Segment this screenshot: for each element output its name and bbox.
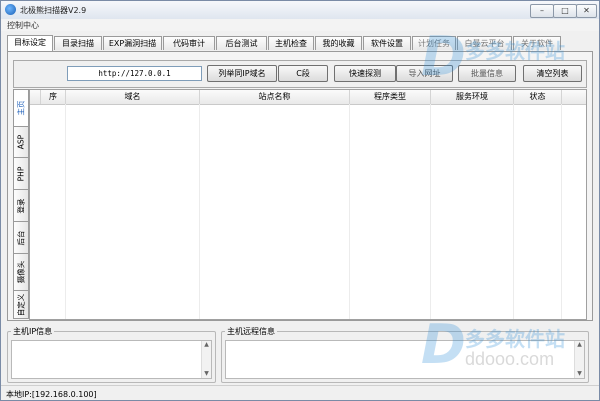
- table-header: 序 域名 站点名称 程序类型 服务环境 状态: [30, 90, 586, 105]
- tab-favorites[interactable]: 我的收藏: [315, 36, 362, 50]
- scroll-down-icon[interactable]: ▼: [202, 370, 211, 378]
- app-logo-icon: [5, 4, 16, 15]
- side-tab-login-label: 登录: [16, 198, 26, 213]
- batch-info-button[interactable]: 批量信息: [458, 65, 516, 82]
- side-tab-asp[interactable]: ASP: [13, 126, 29, 158]
- host-ip-info-textbox[interactable]: ▲ ▼: [11, 340, 212, 379]
- close-button[interactable]: ✕: [576, 4, 597, 18]
- column-divider: [349, 104, 350, 319]
- side-tab-home-label: 主页: [16, 100, 26, 116]
- results-table[interactable]: 序 域名 站点名称 程序类型 服务环境 状态: [29, 89, 587, 320]
- side-tab-home[interactable]: 主页: [13, 89, 29, 127]
- column-header-site-name[interactable]: 站点名称: [200, 90, 350, 104]
- menu-control-center[interactable]: 控制中心: [7, 20, 39, 31]
- quick-probe-button[interactable]: 快速探测: [334, 65, 396, 82]
- tab-exp-vuln-scan[interactable]: EXP漏洞扫描: [103, 36, 162, 50]
- host-remote-info-scrollbar[interactable]: ▲ ▼: [574, 341, 584, 378]
- import-urls-button[interactable]: 导入网址: [396, 65, 453, 82]
- target-url-input[interactable]: http://127.0.0.1: [67, 66, 202, 81]
- local-ip-status: 本地IP:[192.168.0.100]: [6, 390, 97, 399]
- list-same-ip-domains-button[interactable]: 列举同IP域名: [207, 65, 277, 82]
- column-divider: [65, 104, 66, 319]
- menu-bar: 控制中心: [1, 19, 599, 31]
- column-divider: [561, 104, 562, 319]
- side-tab-camera-label: 摄像头: [16, 260, 26, 284]
- host-remote-info-group: 主机远程信息 ▲ ▼: [221, 326, 589, 383]
- host-ip-info-scrollbar[interactable]: ▲ ▼: [201, 341, 211, 378]
- clear-list-button[interactable]: 清空列表: [523, 65, 582, 82]
- column-header-program-type[interactable]: 程序类型: [350, 90, 431, 104]
- side-tab-php-label: PHP: [16, 166, 26, 181]
- c-segment-button[interactable]: C段: [278, 65, 328, 82]
- title-bar: 北极熊扫描器V2.9 – □ ✕: [1, 1, 599, 19]
- tab-backend-test[interactable]: 后台测试: [216, 36, 267, 50]
- tab-software-settings[interactable]: 软件设置: [363, 36, 411, 50]
- host-remote-info-textbox[interactable]: ▲ ▼: [225, 340, 585, 379]
- side-tab-custom-label: 自定义: [16, 293, 26, 316]
- side-tab-backend[interactable]: 后台: [13, 221, 29, 254]
- column-header-status[interactable]: 状态: [514, 90, 562, 104]
- side-tab-camera[interactable]: 摄像头: [13, 253, 29, 291]
- app-window: 北极熊扫描器V2.9 – □ ✕ 控制中心 目标设定 目录扫描 EXP漏洞扫描 …: [0, 0, 600, 401]
- side-tab-backend-label: 后台: [16, 230, 26, 245]
- column-divider: [513, 104, 514, 319]
- status-bar: 本地IP:[192.168.0.100]: [1, 385, 599, 400]
- scroll-up-icon[interactable]: ▲: [202, 341, 211, 349]
- column-divider: [430, 104, 431, 319]
- scroll-down-icon[interactable]: ▼: [575, 370, 584, 378]
- scroll-up-icon[interactable]: ▲: [575, 341, 584, 349]
- side-tab-asp-label: ASP: [16, 134, 26, 150]
- tab-scheduled-tasks[interactable]: 计划任务: [412, 36, 456, 50]
- header-row-indicator: [30, 90, 41, 104]
- tab-host-check[interactable]: 主机检查: [268, 36, 314, 50]
- minimize-button[interactable]: –: [530, 4, 554, 18]
- column-header-server-env[interactable]: 服务环境: [431, 90, 514, 104]
- side-tab-php[interactable]: PHP: [13, 157, 29, 190]
- side-tab-login[interactable]: 登录: [13, 189, 29, 222]
- tab-directory-scan[interactable]: 目录扫描: [54, 36, 102, 50]
- side-tab-custom[interactable]: 自定义: [13, 290, 29, 319]
- tab-target-setting[interactable]: 目标设定: [7, 35, 53, 51]
- column-header-domain[interactable]: 域名: [66, 90, 200, 104]
- target-setting-panel: http://127.0.0.1 列举同IP域名 C段 快速探测 导入网址 批量…: [7, 51, 593, 321]
- host-ip-info-group: 主机IP信息 ▲ ▼: [7, 326, 216, 383]
- tab-code-audit[interactable]: 代码审计: [163, 36, 215, 50]
- tab-about[interactable]: 关于软件: [513, 36, 561, 50]
- window-title: 北极熊扫描器V2.9: [20, 6, 87, 15]
- toolbar: http://127.0.0.1 列举同IP域名 C段 快速探测 导入网址 批量…: [13, 60, 587, 88]
- host-remote-info-title: 主机远程信息: [225, 326, 277, 337]
- host-ip-info-title: 主机IP信息: [11, 326, 55, 337]
- tab-cloud-platform[interactable]: 白曼云平台: [457, 36, 512, 50]
- column-header-index[interactable]: 序: [41, 90, 66, 104]
- column-divider: [199, 104, 200, 319]
- maximize-button[interactable]: □: [553, 4, 577, 18]
